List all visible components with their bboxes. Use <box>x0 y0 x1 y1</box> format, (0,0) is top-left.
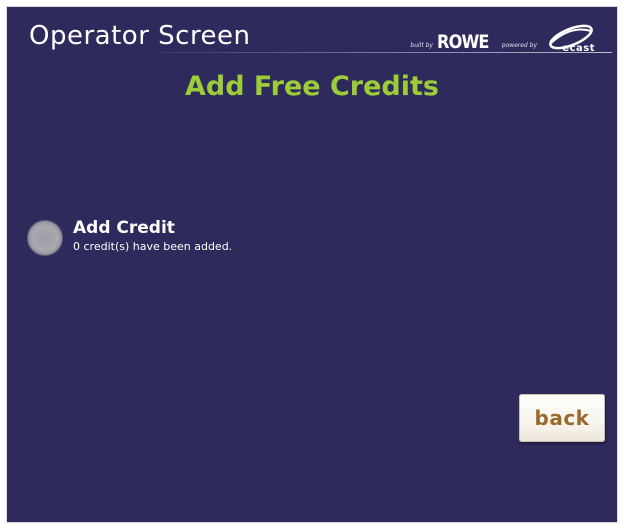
screen-title: Operator Screen <box>29 21 251 51</box>
add-credit-option[interactable]: Add Credit 0 credit(s) have been added. <box>27 217 232 256</box>
operator-screen: Operator Screen built by ROWE powered by… <box>6 6 618 523</box>
ecast-logo: ecast <box>541 23 597 57</box>
back-button-label: back <box>534 406 590 430</box>
add-credit-text: Add Credit 0 credit(s) have been added. <box>73 217 232 255</box>
page-title: Add Free Credits <box>184 71 439 102</box>
add-credit-radio-button[interactable] <box>27 220 63 256</box>
powered-by-text: powered by <box>501 42 537 49</box>
rowe-logo: ROWE <box>436 31 489 53</box>
built-by-text: built by <box>410 42 433 49</box>
credits-added-status: 0 credit(s) have been added. <box>73 240 233 253</box>
back-button[interactable]: back <box>519 394 605 442</box>
brand-logos: built by ROWE powered by ecast <box>410 23 597 57</box>
ecast-text: ecast <box>562 43 595 54</box>
add-credit-label: Add Credit <box>73 218 175 238</box>
